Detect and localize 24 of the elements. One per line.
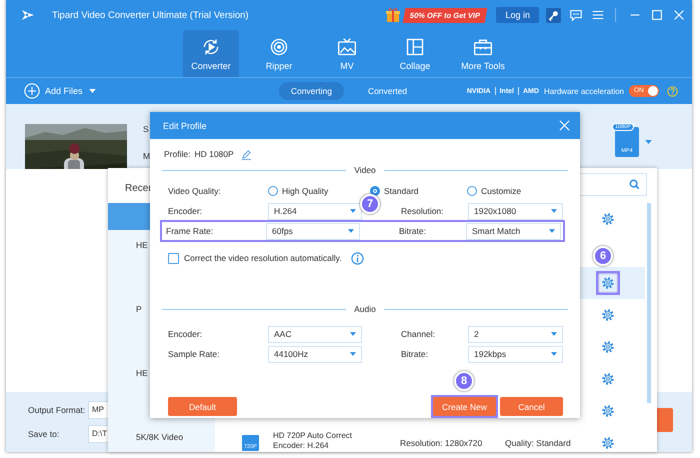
field-label: Frame Rate: [166,226,214,236]
hardware-acceleration-label: Hardware acceleration [544,86,624,96]
field-label: Video Quality: [168,186,222,196]
section-heading: Video [354,165,376,175]
window-title: Tipard Video Converter Ultimate (Trial Version) [52,10,249,20]
field-label: Bitrate: [399,226,427,236]
field-label: Encoder: [168,329,204,339]
dialog-title: Edit Profile [163,120,207,130]
field-label: Sample Rate: [168,349,220,359]
output-format-label: Output Format: [28,405,86,415]
save-to-label: Save to: [28,429,60,439]
profile-encoder: Encoder: H.264 [273,440,330,450]
field-label: Channel: [401,329,436,339]
field-label: Bitrate: [401,349,429,359]
profile-name: HD 720P Auto Correct [273,430,354,440]
field-label: Resolution: [401,206,445,216]
file-detail: S [143,124,150,134]
profile-label: Profile: [164,149,190,159]
profile-name: HD 1080P [194,149,234,159]
file-detail: M [143,151,150,161]
section-heading: Audio [354,304,376,314]
field-label: Encoder: [168,206,204,216]
profile-resolution: Resolution: 1280x720 [400,438,484,448]
profile-quality: Quality: Standard [505,438,572,448]
